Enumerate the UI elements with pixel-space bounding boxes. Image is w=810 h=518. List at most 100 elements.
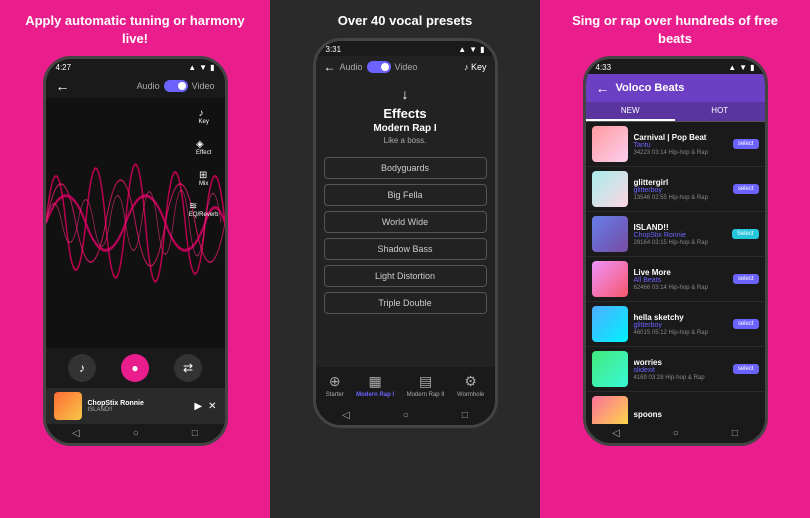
beat-info-5: worries slidexit 4169 03:28 Hip-hop & Ra…: [634, 358, 727, 381]
beat-artist-5: slidexit: [634, 367, 727, 374]
back-nav-left[interactable]: ◁: [72, 428, 80, 439]
waveform-container: ♪ Key ◈ Effect ⊞ Mix ≋ EQ/Reverb: [46, 98, 225, 348]
time-right: 4:33: [596, 63, 612, 72]
beat-thumb-6: [592, 396, 628, 424]
key-icon: ♪: [198, 108, 208, 119]
audio-tab-middle[interactable]: Audio: [340, 62, 363, 72]
home-nav-left[interactable]: ○: [133, 428, 139, 439]
mix-icon: ⊞: [199, 170, 208, 181]
app-header-middle: ← Audio Video ♪ Key: [316, 56, 495, 78]
np-info: ChopStix Ronnie ISLAND!!: [88, 400, 189, 413]
key-label-middle: ♪ Key: [464, 62, 487, 72]
battery-icon: ▮: [210, 63, 214, 72]
effect-btn-0[interactable]: Bodyguards: [324, 157, 487, 179]
effect-label: Effect: [196, 150, 211, 156]
header-tabs-middle: Audio Video: [340, 61, 418, 73]
back-arrow-left[interactable]: ←: [56, 78, 70, 94]
beat-meta-5: 4169 03:28 Hip-hop & Rap: [634, 375, 727, 381]
right-controls: ♪ Key ◈ Effect ⊞ Mix ≋ EQ/Reverb: [189, 108, 219, 218]
battery-icon-m: ▮: [480, 45, 484, 54]
preset-icons-row: ⊕ Starter ▦ Modern Rap I ▤ Modern Rap II…: [320, 373, 491, 398]
beat-select-2[interactable]: Select: [732, 229, 759, 239]
down-arrow-icon[interactable]: ↓: [324, 86, 487, 102]
audio-tab-left[interactable]: Audio: [137, 81, 160, 91]
effect-btn-3[interactable]: Shadow Bass: [324, 238, 487, 260]
record-btn[interactable]: ●: [121, 354, 149, 382]
preset-modern-rap2[interactable]: ▤ Modern Rap II: [407, 373, 445, 398]
beat-artist-4: glitterboy: [634, 322, 727, 329]
video-tab-middle[interactable]: Video: [395, 62, 418, 72]
beat-select-1[interactable]: select: [733, 184, 759, 194]
effect-btn-1[interactable]: Big Fella: [324, 184, 487, 206]
status-bar-left: 4:27 ▲ ▼ ▮: [46, 59, 225, 74]
screen-right: 4:33 ▲ ▼ ▮ ← Voloco Beats NEW HOT: [586, 59, 765, 443]
tab-hot[interactable]: HOT: [675, 102, 765, 121]
header-tabs-left: Audio Video: [137, 80, 215, 92]
eq-icon: ≋: [189, 201, 219, 212]
preset-wormhole[interactable]: ⚙ Wormhole: [457, 373, 484, 398]
effect-btn-5[interactable]: Triple Double: [324, 292, 487, 314]
beat-select-3[interactable]: select: [733, 274, 759, 284]
wifi-icon-m: ▼: [469, 45, 477, 54]
beat-thumb-3: [592, 261, 628, 297]
np-avatar: [54, 392, 82, 420]
np-artist: ISLAND!!: [88, 407, 189, 413]
beat-select-0[interactable]: select: [733, 139, 759, 149]
modern-rap2-label: Modern Rap II: [407, 392, 445, 398]
switch-btn[interactable]: ⇄: [174, 354, 202, 382]
beat-name-6: spoons: [634, 410, 759, 419]
close-btn[interactable]: ✕: [208, 401, 216, 412]
recents-nav-middle[interactable]: □: [462, 410, 468, 421]
eq-label: EQ/Reverb: [189, 212, 219, 218]
starter-icon: ⊕: [329, 373, 341, 390]
preset-desc: Like a boss.: [324, 136, 487, 145]
tab-new[interactable]: NEW: [586, 102, 676, 121]
back-arrow-middle[interactable]: ←: [324, 60, 336, 74]
starter-label: Starter: [326, 392, 344, 398]
phone-left: 4:27 ▲ ▼ ▮ ← Audio Video: [43, 56, 228, 446]
eq-control[interactable]: ≋ EQ/Reverb: [189, 201, 219, 218]
mix-label: Mix: [199, 181, 208, 187]
play-btn[interactable]: ▶: [194, 401, 202, 412]
toggle-left[interactable]: [164, 80, 188, 92]
beat-name-5: worries: [634, 358, 727, 367]
recents-nav-left[interactable]: □: [192, 428, 198, 439]
beats-list: Carnival | Pop Beat Tantu 34223 03:14 Hi…: [586, 122, 765, 424]
modern-rap1-label: Modern Rap I: [356, 392, 394, 398]
toggle-middle[interactable]: [367, 61, 391, 73]
beat-select-4[interactable]: select: [733, 319, 759, 329]
wifi-icon: ▼: [199, 63, 207, 72]
beat-meta-3: 62466 03:14 Hip-hop & Rap: [634, 285, 727, 291]
video-tab-left[interactable]: Video: [192, 81, 215, 91]
phone-nav-middle: ◁ ○ □: [316, 406, 495, 425]
effect-btn-2[interactable]: World Wide: [324, 211, 487, 233]
presets-bar: ⊕ Starter ▦ Modern Rap I ▤ Modern Rap II…: [316, 367, 495, 406]
beats-title: Voloco Beats: [616, 82, 685, 94]
beat-thumb-0: [592, 126, 628, 162]
preset-modern-rap1[interactable]: ▦ Modern Rap I: [356, 373, 394, 398]
beat-info-0: Carnival | Pop Beat Tantu 34223 03:14 Hi…: [634, 133, 727, 156]
beat-select-5[interactable]: select: [733, 364, 759, 374]
preset-starter[interactable]: ⊕ Starter: [326, 373, 344, 398]
recents-nav-right[interactable]: □: [732, 428, 738, 439]
effect-btn-4[interactable]: Light Distortion: [324, 265, 487, 287]
home-nav-middle[interactable]: ○: [403, 410, 409, 421]
wormhole-label: Wormhole: [457, 392, 484, 398]
caption-right: Sing or rap over hundreds of free beats: [540, 0, 810, 56]
effect-icon: ◈: [196, 139, 211, 150]
screen-middle: 3:31 ▲ ▼ ▮ ← Audio Video ♪ Key: [316, 41, 495, 425]
mix-control[interactable]: ⊞ Mix: [199, 170, 208, 187]
back-nav-right[interactable]: ◁: [612, 428, 620, 439]
modern-rap1-icon: ▦: [369, 373, 382, 390]
back-arrow-right[interactable]: ←: [596, 80, 610, 96]
home-nav-right[interactable]: ○: [673, 428, 679, 439]
music-note-btn[interactable]: ♪: [68, 354, 96, 382]
back-nav-middle[interactable]: ◁: [342, 410, 350, 421]
beat-info-4: hella sketchy glitterboy 46015 05:12 Hip…: [634, 313, 727, 336]
beat-artist-1: glitterboy: [634, 187, 727, 194]
key-control[interactable]: ♪ Key: [198, 108, 208, 125]
effect-control[interactable]: ◈ Effect: [196, 139, 211, 156]
beat-thumb-5: [592, 351, 628, 387]
beat-name-2: ISLAND!!: [634, 223, 726, 232]
beat-info-2: ISLAND!! ChopStix Ronnie 28164 03:15 Hip…: [634, 223, 726, 246]
